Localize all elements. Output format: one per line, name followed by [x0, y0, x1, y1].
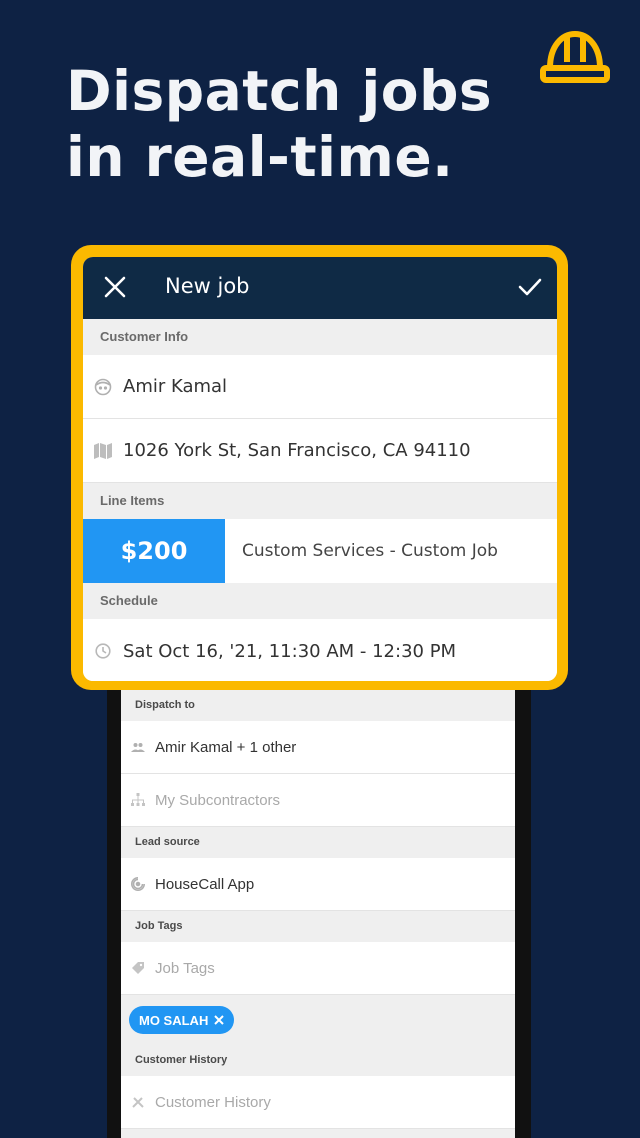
people-icon [131, 740, 145, 754]
headline-line-2: in real-time. [66, 125, 454, 189]
customer-name-row[interactable]: Amir Kamal [83, 355, 557, 419]
customer-info-header: Customer Info [100, 329, 189, 344]
subcontractors-row[interactable]: My Subcontractors [121, 774, 515, 827]
face-icon [94, 378, 112, 396]
headline-line-1: Dispatch jobs [66, 59, 493, 123]
close-icon[interactable] [103, 275, 127, 299]
job-tags-row[interactable]: Job Tags [121, 942, 515, 995]
customer-address: 1026 York St, San Francisco, CA 94110 [123, 440, 471, 461]
job-tags-input: Job Tags [155, 959, 215, 977]
tag-chip[interactable]: MO SALAH [129, 1006, 235, 1034]
schedule-time: Sat Oct 16, '21, 11:30 AM - 12:30 PM [123, 640, 457, 662]
clock-icon [94, 642, 112, 660]
subcontractors-field: My Subcontractors [155, 791, 281, 809]
schedule-header: Schedule [100, 593, 158, 608]
tag-icon [131, 961, 145, 975]
map-icon [94, 442, 112, 460]
new-job-card: New job Customer Info Amir Kamal 1026 Yo… [83, 257, 557, 681]
lead-source-value: HouseCall App [155, 875, 255, 893]
line-item-row[interactable]: $200 Custom Services - Custom Job [83, 519, 557, 583]
chip-remove-icon[interactable] [214, 1013, 225, 1028]
tools-icon [131, 1095, 145, 1109]
schedule-row[interactable]: Sat Oct 16, '21, 11:30 AM - 12:30 PM [83, 619, 557, 681]
signal-icon [131, 877, 145, 891]
lead-source-row[interactable]: HouseCall App [121, 858, 515, 911]
page-title: New job [165, 274, 250, 298]
dispatch-to-header: Dispatch to [135, 699, 195, 711]
customer-history-header: Customer History [135, 1054, 228, 1066]
job-tags-header: Job Tags [135, 920, 183, 932]
customer-name: Amir Kamal [123, 376, 228, 397]
check-icon[interactable] [517, 275, 543, 299]
tag-chip-row: MO SALAH [121, 995, 515, 1045]
dispatch-to-row[interactable]: Amir Kamal + 1 other [121, 721, 515, 774]
customer-history-row[interactable]: Customer History [121, 1076, 515, 1129]
phone-screen: Dispatch to Amir Kamal + 1 other My Subc… [121, 690, 515, 1138]
app-bar: New job [83, 257, 557, 319]
tag-chip-label: MO SALAH [139, 1012, 209, 1028]
line-items-header: Line Items [100, 493, 165, 508]
customer-history-value: Customer History [155, 1093, 271, 1111]
hierarchy-icon [131, 793, 145, 807]
address-row[interactable]: 1026 York St, San Francisco, CA 94110 [83, 419, 557, 483]
lead-source-header: Lead source [135, 836, 200, 848]
dispatch-to-value: Amir Kamal + 1 other [155, 738, 297, 756]
hard-hat-icon [540, 31, 610, 83]
headline: Dispatch jobs in real-time. [66, 58, 492, 190]
line-item-description: Custom Services - Custom Job [242, 541, 498, 561]
line-item-price: $200 [83, 519, 225, 583]
